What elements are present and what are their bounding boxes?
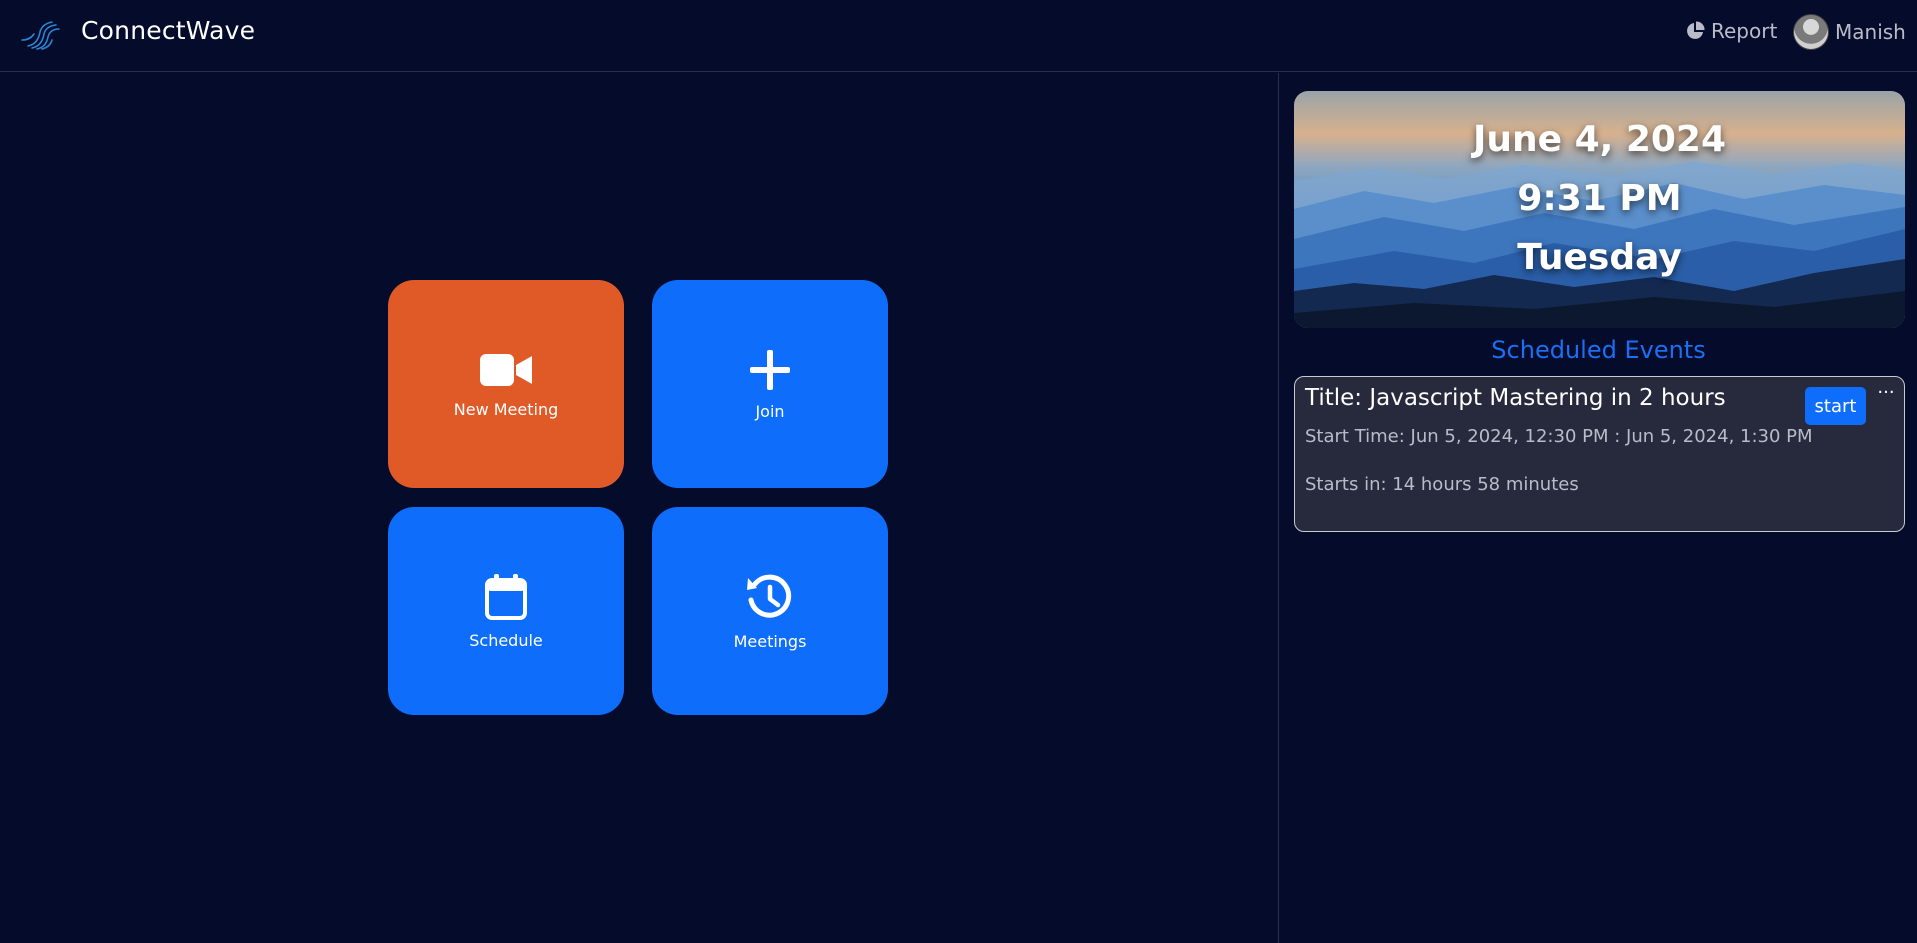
history-icon (747, 574, 792, 618)
right-sidebar: June 4, 2024 9:31 PM Tuesday Scheduled E… (1278, 73, 1917, 943)
user-name: Manish (1835, 20, 1906, 44)
schedule-label: Schedule (469, 630, 543, 650)
report-link[interactable]: Report (1685, 19, 1777, 43)
start-event-button[interactable]: start (1805, 387, 1866, 425)
event-card: Title: Javascript Mastering in 2 hours s… (1294, 376, 1905, 532)
main-panel: New Meeting Join Schedule Meetings (0, 73, 1278, 943)
scheduled-events-heading: Scheduled Events (1491, 336, 1706, 364)
current-time: 9:31 PM (1517, 178, 1682, 219)
event-start-time: Start Time: Jun 5, 2024, 12:30 PM : Jun … (1305, 426, 1813, 447)
user-menu[interactable]: Manish (1793, 14, 1906, 50)
date-time-banner: June 4, 2024 9:31 PM Tuesday (1294, 91, 1905, 328)
schedule-button[interactable]: Schedule (388, 507, 624, 715)
meetings-button[interactable]: Meetings (652, 507, 888, 715)
plus-icon (750, 349, 790, 390)
brand-name[interactable]: ConnectWave (81, 16, 255, 45)
video-camera-icon (480, 353, 532, 386)
connectwave-logo-icon[interactable] (20, 16, 62, 50)
more-options-icon[interactable]: ··· (1873, 384, 1899, 405)
join-label: Join (755, 401, 785, 421)
event-starts-in: Starts in: 14 hours 58 minutes (1305, 474, 1579, 495)
event-title: Title: Javascript Mastering in 2 hours (1305, 385, 1726, 411)
top-navbar: ConnectWave Report Manish (0, 0, 1917, 72)
avatar[interactable] (1793, 14, 1829, 50)
calendar-icon (485, 573, 527, 620)
new-meeting-button[interactable]: New Meeting (388, 280, 624, 488)
new-meeting-label: New Meeting (453, 399, 559, 419)
join-button[interactable]: Join (652, 280, 888, 488)
current-date: June 4, 2024 (1472, 119, 1727, 160)
pie-chart-icon (1687, 21, 1705, 39)
meetings-label: Meetings (733, 631, 807, 651)
report-label: Report (1711, 19, 1778, 43)
current-day: Tuesday (1517, 237, 1682, 278)
